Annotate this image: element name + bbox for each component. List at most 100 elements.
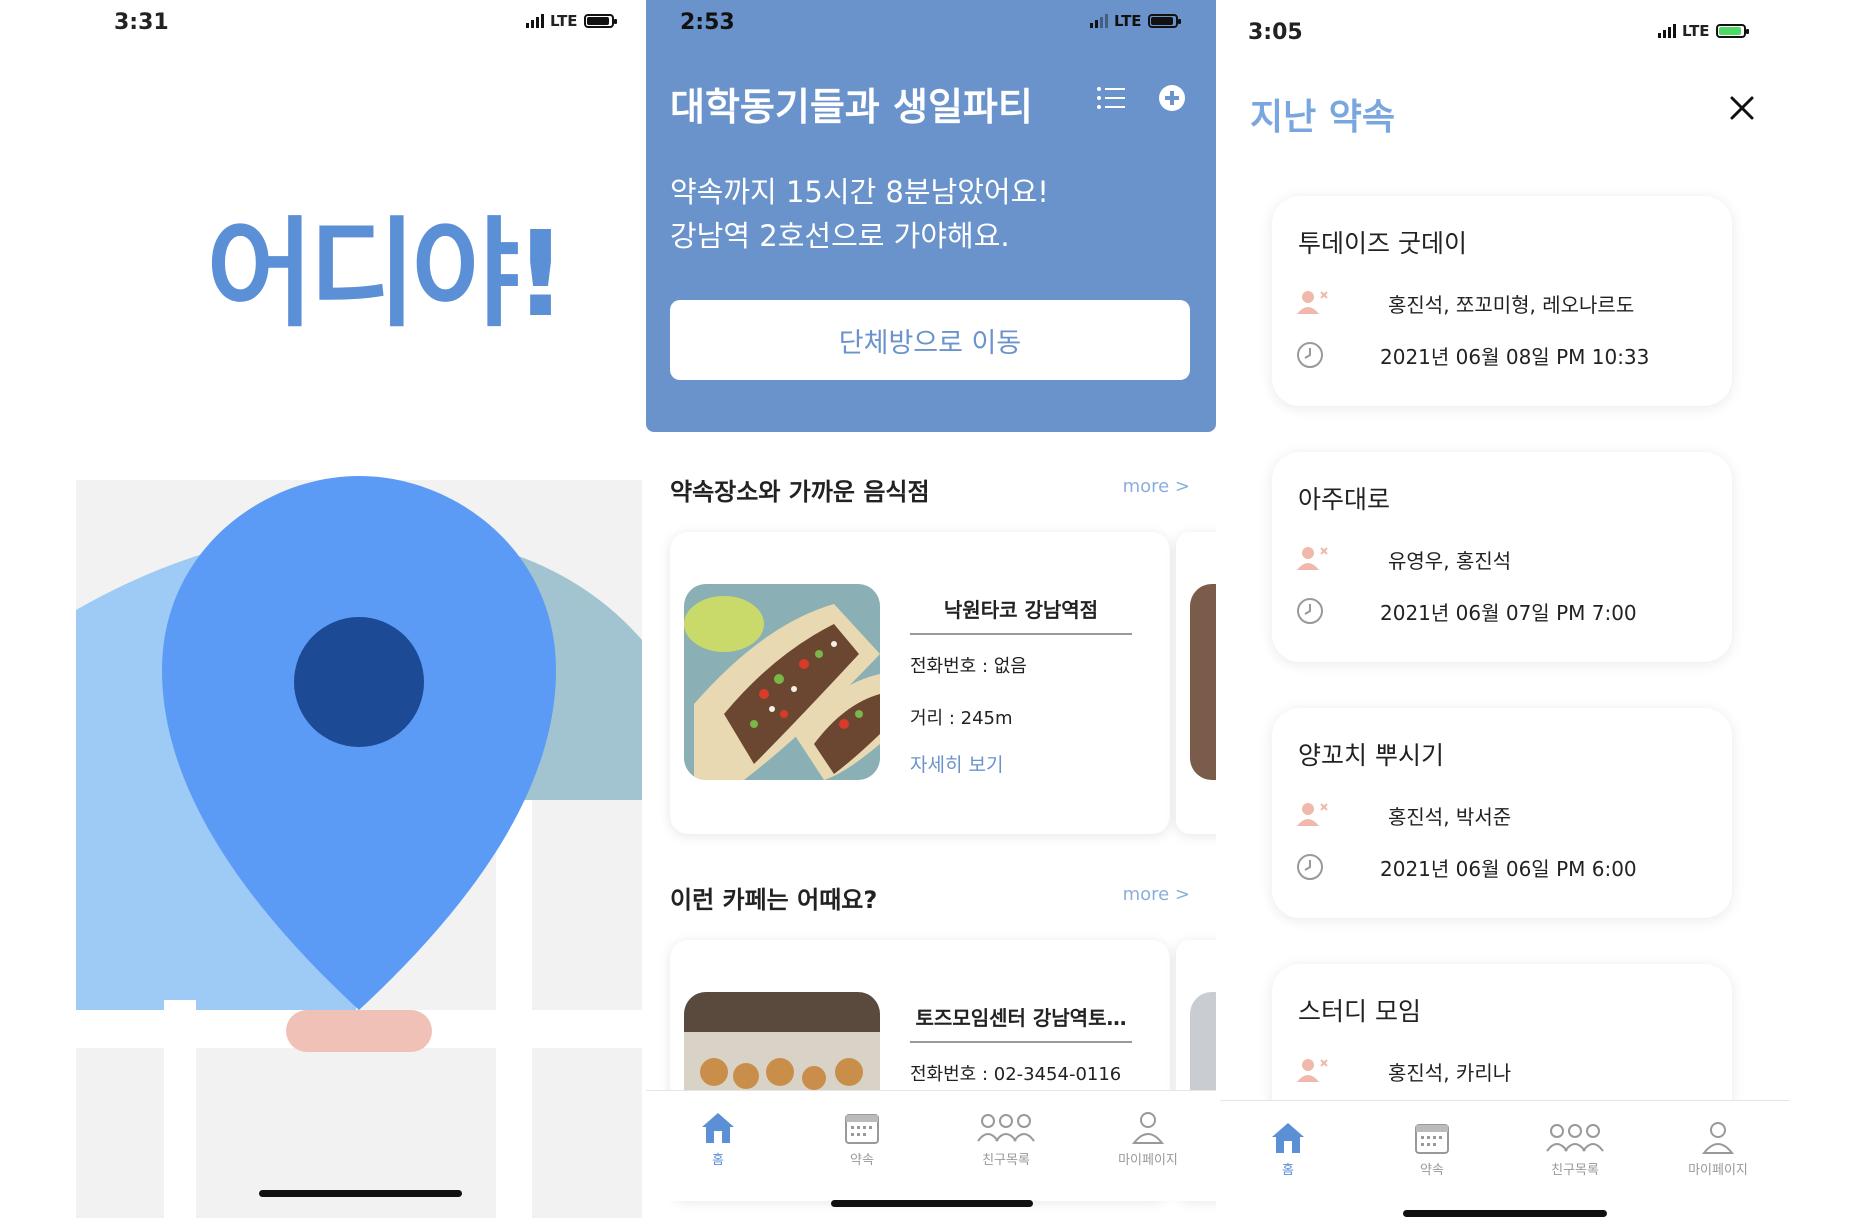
signal-icon bbox=[1658, 24, 1676, 38]
tab-home[interactable]: 홈 bbox=[1228, 1119, 1348, 1178]
restaurant-card[interactable]: 낙원타코 강남역점 전화번호 : 없음 거리 : 245m 자세히 보기 bbox=[670, 532, 1170, 834]
signal-icon bbox=[1090, 14, 1108, 28]
appointment-members: 홍진석, 쪼꼬미형, 레오나르도 bbox=[1388, 292, 1635, 317]
signal-icon bbox=[526, 14, 544, 28]
appointment-name: 양꼬치 뿌시기 bbox=[1298, 741, 1444, 770]
app-logo: 어디야! bbox=[206, 205, 567, 343]
tab-appointment[interactable]: 약속 bbox=[802, 1109, 922, 1168]
tab-friends[interactable]: 친구목록 bbox=[1515, 1119, 1635, 1178]
datetime-row: 2021년 06월 06일 PM 6:00 bbox=[1296, 852, 1637, 882]
status-bar: 2:53 LTE bbox=[646, 0, 1216, 44]
map-pin-illustration bbox=[76, 470, 642, 1218]
calendar-icon bbox=[845, 1114, 879, 1144]
clock-icon bbox=[1297, 598, 1323, 624]
tab-friends-label: 친구목록 bbox=[1551, 1163, 1599, 1178]
appointment-card[interactable]: 아주대로 유영우, 홍진석 2021년 06월 07일 PM 7:00 bbox=[1272, 452, 1732, 662]
status-bar: 3:31 LTE bbox=[76, 0, 642, 44]
status-time: 3:05 bbox=[1248, 20, 1303, 45]
tab-bar: 홈 약속 친구목록 마이페이지 bbox=[646, 1090, 1216, 1201]
status-indicators: LTE bbox=[1090, 12, 1181, 30]
tab-mypage[interactable]: 마이페이지 bbox=[1658, 1119, 1778, 1178]
cafes-more-link[interactable]: more > bbox=[1123, 884, 1190, 905]
home-indicator[interactable] bbox=[1403, 1210, 1607, 1217]
tab-appointment[interactable]: 약속 bbox=[1372, 1119, 1492, 1178]
tab-mypage-label: 마이페이지 bbox=[1688, 1163, 1748, 1178]
members-icon bbox=[1297, 291, 1328, 314]
tab-friends-label: 친구목록 bbox=[982, 1153, 1030, 1168]
cafes-section-title: 이런 카페는 어때요? bbox=[670, 886, 878, 914]
home-icon bbox=[702, 1113, 734, 1143]
next-restaurant-card[interactable] bbox=[1176, 532, 1216, 834]
appointment-name: 아주대로 bbox=[1298, 485, 1391, 514]
tab-home[interactable]: 홈 bbox=[658, 1109, 778, 1168]
person-icon bbox=[1131, 1112, 1165, 1144]
restaurant-phone: 전화번호 : 없음 bbox=[910, 656, 1027, 677]
appointment-members: 홍진석, 카리나 bbox=[1388, 1060, 1512, 1085]
friends-icon bbox=[1546, 1124, 1604, 1152]
past-appointments-screen: 3:05 LTE 지난 약속 투데이즈 굿데이 홍진석, 쪼꼬미형, 레오나르도… bbox=[1220, 0, 1790, 1218]
members-row: 홍진석, 박서준 bbox=[1296, 800, 1511, 830]
members-icon bbox=[1297, 547, 1328, 570]
status-time: 2:53 bbox=[680, 10, 735, 35]
appointment-card[interactable]: 양꼬치 뿌시기 홍진석, 박서준 2021년 06월 06일 PM 6:00 bbox=[1272, 708, 1732, 918]
restaurant-name: 낙원타코 강남역점 bbox=[910, 594, 1132, 635]
tab-home-label: 홈 bbox=[1282, 1163, 1294, 1178]
cafe-phone: 전화번호 : 02-3454-0116 bbox=[910, 1064, 1122, 1085]
clock-icon bbox=[1297, 342, 1323, 368]
appointment-datetime: 2021년 06월 07일 PM 7:00 bbox=[1380, 600, 1637, 625]
calendar-icon bbox=[1415, 1124, 1449, 1154]
members-icon bbox=[1297, 803, 1328, 826]
taco-photo bbox=[684, 584, 880, 780]
appointment-name: 투데이즈 굿데이 bbox=[1298, 229, 1467, 258]
tab-mypage-label: 마이페이지 bbox=[1118, 1153, 1178, 1168]
home-indicator[interactable] bbox=[259, 1190, 462, 1197]
battery-charging-icon bbox=[1715, 24, 1749, 38]
network-label: LTE bbox=[550, 12, 578, 30]
home-icon bbox=[1272, 1123, 1304, 1153]
countdown-message: 약속까지 15시간 8분남았어요! 강남역 2호선으로 가야해요. bbox=[670, 170, 1049, 258]
restaurant-distance: 거리 : 245m bbox=[910, 708, 1013, 729]
tab-mypage[interactable]: 마이페이지 bbox=[1088, 1109, 1208, 1168]
countdown-line: 약속까지 15시간 8분남았어요! bbox=[670, 175, 1049, 209]
members-row: 유영우, 홍진석 bbox=[1296, 544, 1511, 574]
appointment-card[interactable]: 투데이즈 굿데이 홍진석, 쪼꼬미형, 레오나르도 2021년 06월 08일 … bbox=[1272, 196, 1732, 406]
tab-bar: 홈 약속 친구목록 마이페이지 bbox=[1220, 1100, 1790, 1211]
clock-icon bbox=[1297, 854, 1323, 880]
members-row: 홍진석, 카리나 bbox=[1296, 1056, 1511, 1086]
tab-friends[interactable]: 친구목록 bbox=[946, 1109, 1066, 1168]
appointment-datetime: 2021년 06월 06일 PM 6:00 bbox=[1380, 856, 1637, 881]
members-icon bbox=[1297, 1059, 1328, 1082]
appointment-datetime: 2021년 06월 08일 PM 10:33 bbox=[1380, 344, 1650, 369]
go-to-group-chat-button[interactable]: 단체방으로 이동 bbox=[670, 300, 1190, 380]
page-title: 지난 약속 bbox=[1250, 97, 1396, 138]
status-bar: 3:05 LTE bbox=[1220, 0, 1790, 45]
route-line: 강남역 2호선으로 가야해요. bbox=[670, 219, 1010, 253]
appointment-name: 스터디 모임 bbox=[1298, 997, 1421, 1026]
close-icon[interactable] bbox=[1728, 94, 1756, 122]
appointment-title: 대학동기들과 생일파티 bbox=[670, 85, 1033, 129]
person-icon bbox=[1701, 1122, 1735, 1154]
datetime-row: 2021년 06월 07일 PM 7:00 bbox=[1296, 596, 1637, 626]
tab-appointment-label: 약속 bbox=[850, 1153, 874, 1168]
restaurant-image bbox=[684, 584, 880, 780]
battery-icon bbox=[1147, 14, 1181, 28]
restaurant-detail-link[interactable]: 자세히 보기 bbox=[910, 750, 1003, 777]
status-indicators: LTE bbox=[1658, 22, 1749, 40]
list-icon[interactable] bbox=[1096, 86, 1126, 110]
status-time: 3:31 bbox=[114, 10, 169, 35]
members-row: 홍진석, 쪼꼬미형, 레오나르도 bbox=[1296, 288, 1634, 318]
tab-home-label: 홈 bbox=[712, 1153, 724, 1168]
tab-appointment-label: 약속 bbox=[1420, 1163, 1444, 1178]
home-indicator[interactable] bbox=[831, 1200, 1033, 1207]
appointment-members: 유영우, 홍진석 bbox=[1388, 548, 1512, 573]
splash-screen: 3:31 LTE 어디야! bbox=[76, 0, 642, 1218]
add-icon[interactable] bbox=[1158, 84, 1186, 112]
friends-icon bbox=[977, 1114, 1035, 1142]
appointment-header: 2:53 LTE 대학동기들과 생일파티 약속까지 15시간 8분남았어요! 강… bbox=[646, 0, 1216, 432]
home-screen: 2:53 LTE 대학동기들과 생일파티 약속까지 15시간 8분남았어요! 강… bbox=[646, 0, 1216, 1218]
network-label: LTE bbox=[1114, 12, 1142, 30]
restaurants-section-title: 약속장소와 가까운 음식점 bbox=[670, 478, 930, 506]
network-label: LTE bbox=[1682, 22, 1710, 40]
battery-icon bbox=[583, 14, 617, 28]
restaurants-more-link[interactable]: more > bbox=[1123, 476, 1190, 497]
